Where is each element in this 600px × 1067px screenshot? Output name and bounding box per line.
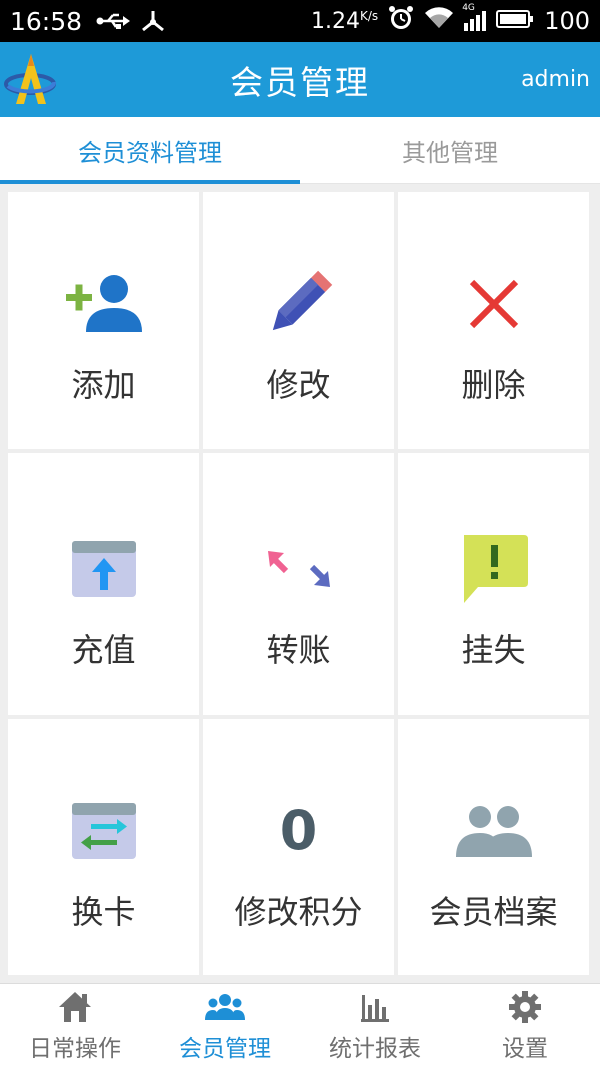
swap-card-icon	[71, 791, 137, 871]
recharge-icon	[71, 529, 137, 609]
nav-label: 会员管理	[179, 1035, 271, 1062]
status-bar: 16:58 1.24K/s 4G 100	[0, 0, 600, 42]
function-grid: 添加 修改 删除 充值 转账 挂失 换卡 0 修改积分 会员档案	[8, 192, 590, 975]
debug-icon	[140, 9, 166, 33]
edit-points-button[interactable]: 0 修改积分	[203, 719, 394, 975]
alarm-icon	[388, 5, 414, 37]
group-icon	[205, 989, 245, 1025]
nav-member-management[interactable]: 会员管理	[150, 984, 300, 1067]
nav-label: 日常操作	[29, 1035, 121, 1062]
report-loss-button[interactable]: 挂失	[398, 453, 589, 715]
points-value: 0	[279, 799, 318, 862]
add-user-icon	[64, 264, 144, 344]
battery-level: 100	[544, 7, 590, 35]
nav-statistics-reports[interactable]: 统计报表	[300, 984, 450, 1067]
swap-card-button[interactable]: 换卡	[8, 719, 199, 975]
recharge-button[interactable]: 充值	[8, 453, 199, 715]
grid-label: 会员档案	[429, 893, 558, 931]
grid-label: 修改积分	[234, 893, 363, 931]
transfer-button[interactable]: 转账	[203, 453, 394, 715]
tab-other-management[interactable]: 其他管理	[300, 117, 600, 183]
grid-label: 删除	[461, 366, 526, 404]
wifi-icon	[424, 6, 454, 36]
battery-icon	[496, 7, 534, 35]
grid-label: 挂失	[461, 631, 526, 669]
grid-label: 换卡	[71, 893, 136, 931]
status-time: 16:58	[10, 6, 83, 36]
bottom-navigation: 日常操作 会员管理 统计报表 设置	[0, 983, 600, 1067]
grid-label: 充值	[71, 631, 136, 669]
add-member-button[interactable]: 添加	[8, 192, 199, 449]
usb-icon	[96, 12, 131, 30]
current-user[interactable]: admin	[521, 67, 590, 92]
page-title: 会员管理	[230, 62, 370, 102]
app-logo	[4, 50, 58, 108]
grid-label: 添加	[71, 366, 136, 404]
points-icon: 0	[280, 791, 318, 871]
transfer-icon	[266, 529, 332, 609]
nav-settings[interactable]: 设置	[450, 984, 600, 1067]
network-speed: 1.24K/s	[311, 8, 379, 34]
nav-label: 统计报表	[329, 1035, 421, 1062]
nav-label: 设置	[502, 1035, 548, 1062]
tab-member-info[interactable]: 会员资料管理	[0, 117, 300, 184]
edit-member-button[interactable]: 修改	[203, 192, 394, 449]
bar-chart-icon	[359, 989, 391, 1025]
close-icon	[466, 264, 522, 344]
delete-member-button[interactable]: 删除	[398, 192, 589, 449]
members-icon	[454, 791, 534, 871]
signal-icon: 4G	[462, 3, 487, 31]
gear-icon	[508, 989, 542, 1025]
member-archive-button[interactable]: 会员档案	[398, 719, 589, 975]
grid-label: 转账	[266, 631, 331, 669]
tab-bar: 会员资料管理 其他管理	[0, 117, 600, 184]
grid-label: 修改	[266, 366, 331, 404]
home-icon	[57, 989, 93, 1025]
app-header: 会员管理 admin	[0, 42, 600, 117]
report-loss-icon	[458, 529, 530, 609]
nav-daily-operations[interactable]: 日常操作	[0, 984, 150, 1067]
pencil-icon	[264, 264, 334, 344]
